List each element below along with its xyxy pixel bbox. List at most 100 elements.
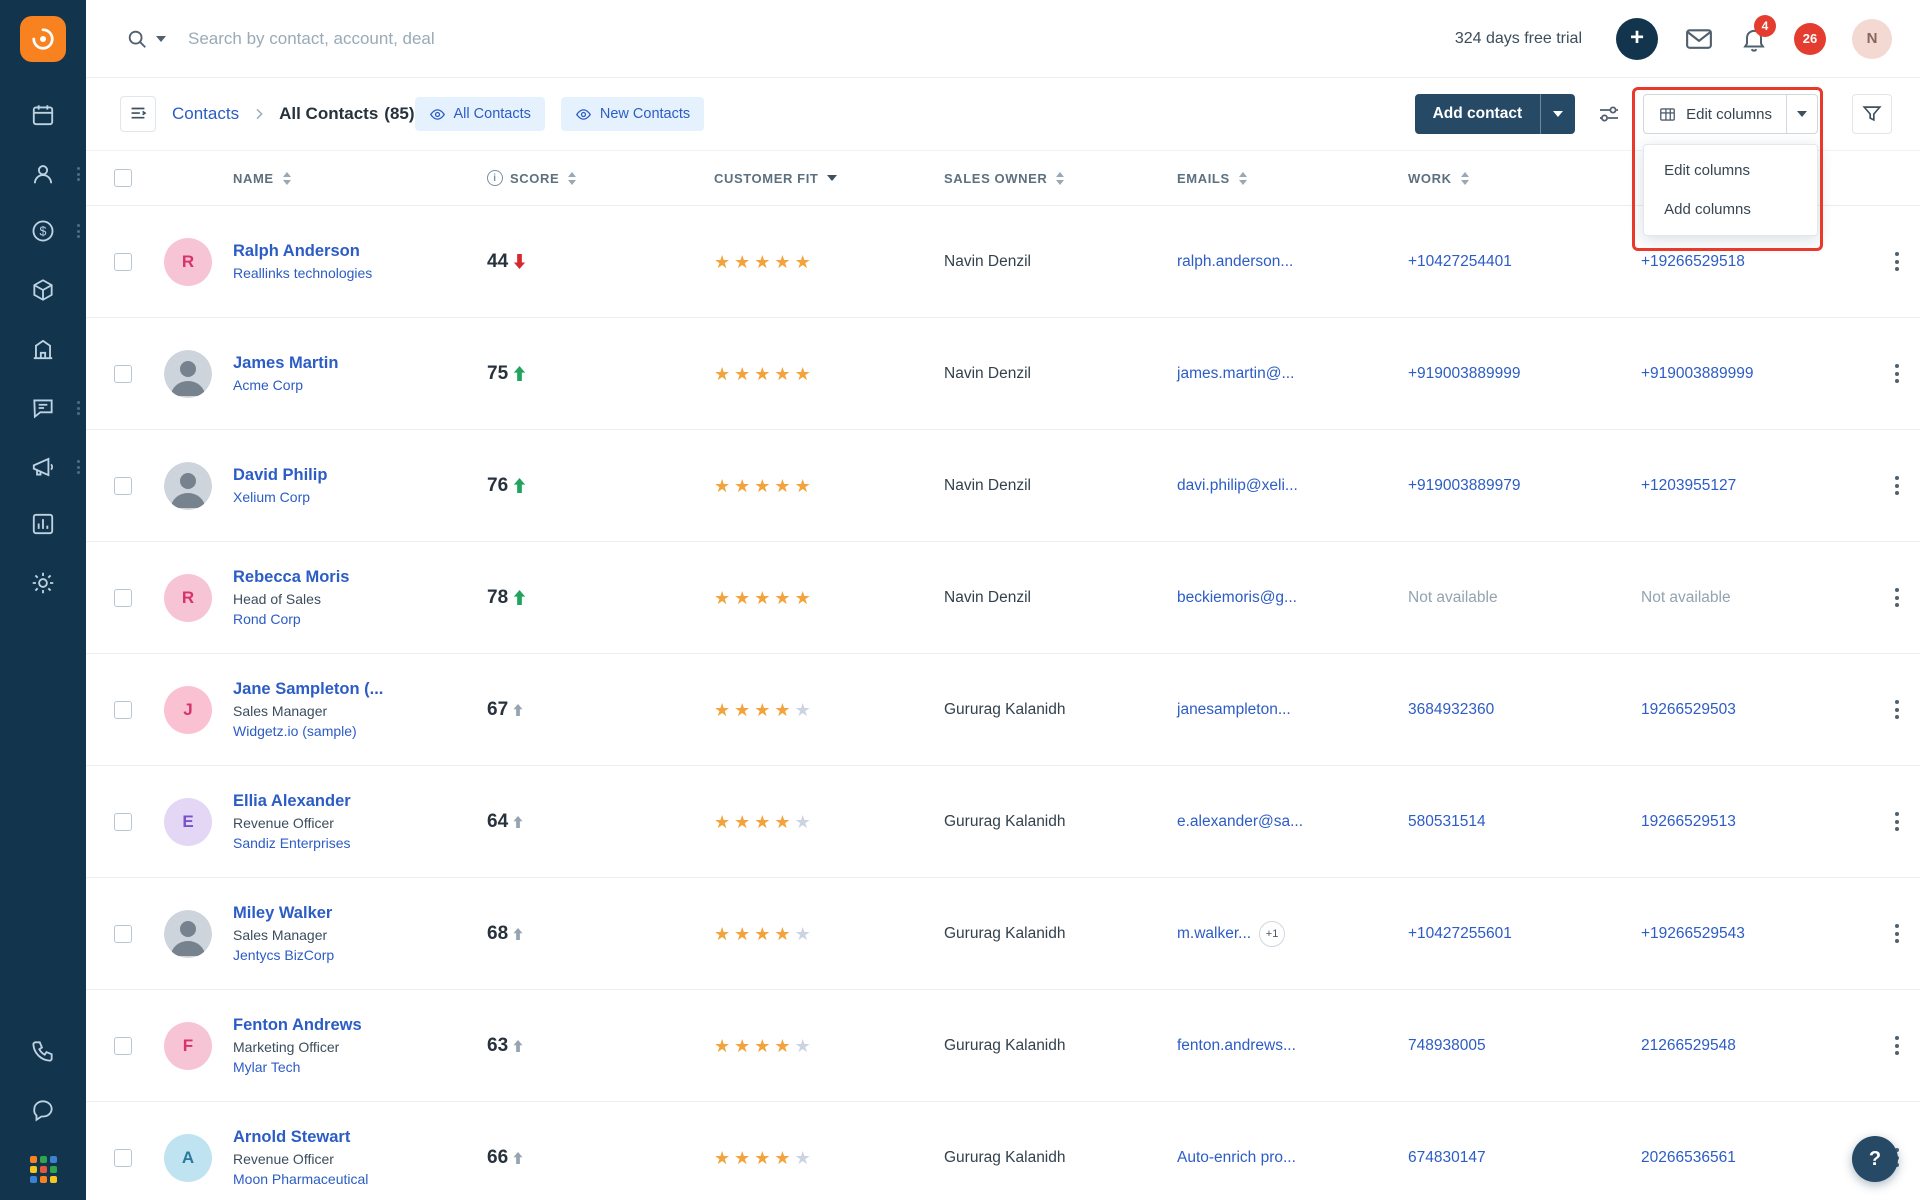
sidebar-item-deals[interactable]: $ bbox=[0, 208, 86, 254]
edit-columns-main-segment[interactable]: Edit columns bbox=[1644, 95, 1786, 133]
search-icon[interactable] bbox=[126, 28, 148, 50]
contact-avatar[interactable]: R bbox=[164, 573, 212, 622]
column-header-work[interactable]: WORK bbox=[1394, 171, 1627, 186]
menu-item-add-columns[interactable]: Add columns bbox=[1644, 190, 1817, 229]
sort-icon[interactable] bbox=[1460, 171, 1469, 185]
row-checkbox[interactable] bbox=[114, 252, 132, 271]
add-contact-button[interactable]: Add contact bbox=[1414, 94, 1576, 134]
column-header-emails[interactable]: EMAILS bbox=[1163, 171, 1394, 186]
view-switcher-button[interactable] bbox=[120, 96, 156, 132]
sidebar-item-products[interactable] bbox=[0, 267, 86, 313]
contact-email-link[interactable]: m.walker... bbox=[1177, 925, 1251, 943]
column-header-score[interactable]: i SCORE bbox=[475, 170, 700, 186]
contact-avatar[interactable]: R bbox=[164, 237, 212, 286]
sidebar-item-contacts[interactable] bbox=[0, 151, 86, 197]
row-actions-menu[interactable] bbox=[1889, 582, 1905, 613]
row-actions-menu[interactable] bbox=[1889, 470, 1905, 501]
contact-avatar[interactable] bbox=[164, 349, 212, 398]
column-header-sales-owner[interactable]: SALES OWNER bbox=[930, 171, 1163, 186]
mobile-phone-link[interactable]: +19266529518 bbox=[1641, 253, 1745, 270]
help-button[interactable]: ? bbox=[1852, 1136, 1898, 1182]
filter-button[interactable] bbox=[1852, 94, 1892, 134]
mobile-phone-link[interactable]: 19266529513 bbox=[1641, 813, 1736, 830]
mobile-phone-link[interactable]: +919003889999 bbox=[1641, 365, 1754, 382]
mobile-phone-link[interactable]: Not available bbox=[1641, 589, 1731, 606]
row-actions-menu[interactable] bbox=[1889, 358, 1905, 389]
row-actions-menu[interactable] bbox=[1889, 806, 1905, 837]
contact-email-link[interactable]: janesampleton... bbox=[1177, 701, 1291, 719]
contact-company-link[interactable]: Rond Corp bbox=[233, 611, 475, 627]
contact-name-link[interactable]: James Martin bbox=[233, 354, 475, 373]
contact-company-link[interactable]: Jentycs BizCorp bbox=[233, 947, 475, 963]
breadcrumb-contacts-link[interactable]: Contacts bbox=[172, 104, 239, 124]
contact-company-link[interactable]: Widgetz.io (sample) bbox=[233, 723, 475, 739]
row-actions-menu[interactable] bbox=[1889, 918, 1905, 949]
contact-company-link[interactable]: Acme Corp bbox=[233, 377, 475, 393]
search-scope-caret-icon[interactable] bbox=[156, 35, 166, 42]
contact-avatar[interactable]: J bbox=[164, 685, 212, 734]
work-phone-link[interactable]: 748938005 bbox=[1408, 1037, 1486, 1054]
work-phone-link[interactable]: 580531514 bbox=[1408, 813, 1486, 830]
contact-name-link[interactable]: Ralph Anderson bbox=[233, 242, 475, 261]
overflow-dots-icon[interactable] bbox=[77, 460, 80, 474]
sidebar-item-settings[interactable] bbox=[0, 560, 86, 606]
search-input[interactable] bbox=[188, 28, 608, 49]
contact-email-link[interactable]: e.alexander@sa... bbox=[1177, 813, 1303, 831]
work-phone-link[interactable]: 674830147 bbox=[1408, 1149, 1486, 1166]
contact-avatar[interactable]: F bbox=[164, 1021, 212, 1070]
column-header-name[interactable]: NAME bbox=[220, 171, 475, 186]
row-checkbox[interactable] bbox=[114, 588, 132, 607]
work-phone-link[interactable]: +10427255601 bbox=[1408, 925, 1512, 942]
sort-icon[interactable] bbox=[1238, 171, 1247, 185]
edit-columns-button[interactable]: Edit columns bbox=[1643, 94, 1818, 134]
row-actions-menu[interactable] bbox=[1889, 1030, 1905, 1061]
menu-item-edit-columns[interactable]: Edit columns bbox=[1644, 151, 1817, 190]
row-checkbox[interactable] bbox=[114, 700, 132, 719]
work-phone-link[interactable]: 3684932360 bbox=[1408, 701, 1494, 718]
sidebar-item-analytics[interactable] bbox=[0, 501, 86, 547]
overflow-dots-icon[interactable] bbox=[77, 401, 80, 415]
edit-columns-dropdown-caret[interactable] bbox=[1786, 95, 1817, 133]
overflow-dots-icon[interactable] bbox=[77, 224, 80, 238]
sidebar-item-apps-switcher[interactable] bbox=[0, 1146, 86, 1192]
view-pill-new-contacts[interactable]: New Contacts bbox=[560, 97, 705, 131]
overflow-dots-icon[interactable] bbox=[77, 167, 80, 181]
mobile-phone-link[interactable]: +1203955127 bbox=[1641, 477, 1736, 494]
sort-icon[interactable] bbox=[1056, 171, 1065, 185]
freshworks-logo[interactable] bbox=[20, 16, 66, 62]
quick-add-button[interactable]: + bbox=[1616, 17, 1658, 60]
contact-email-link[interactable]: beckiemoris@g... bbox=[1177, 589, 1297, 607]
row-checkbox[interactable] bbox=[114, 812, 132, 831]
sort-icon[interactable] bbox=[568, 171, 577, 185]
contact-name-link[interactable]: Miley Walker bbox=[233, 904, 475, 923]
contact-name-link[interactable]: Fenton Andrews bbox=[233, 1016, 475, 1035]
contact-email-link[interactable]: Auto-enrich pro... bbox=[1177, 1149, 1296, 1167]
work-phone-link[interactable]: Not available bbox=[1408, 589, 1498, 606]
contact-company-link[interactable]: Sandiz Enterprises bbox=[233, 835, 475, 851]
work-phone-link[interactable]: +919003889999 bbox=[1408, 365, 1521, 382]
contact-company-link[interactable]: Xelium Corp bbox=[233, 489, 475, 505]
breadcrumb-current-view[interactable]: All Contacts bbox=[279, 104, 378, 124]
view-pill-all-contacts[interactable]: All Contacts bbox=[414, 97, 545, 131]
contact-email-link[interactable]: fenton.andrews... bbox=[1177, 1037, 1296, 1055]
contact-avatar[interactable]: E bbox=[164, 797, 212, 846]
sort-icon[interactable] bbox=[282, 171, 291, 185]
contact-company-link[interactable]: Reallinks technologies bbox=[233, 265, 475, 281]
alert-count-badge[interactable]: 26 bbox=[1794, 22, 1826, 55]
contact-email-link[interactable]: davi.philip@xeli... bbox=[1177, 477, 1298, 495]
sidebar-item-campaigns[interactable] bbox=[0, 444, 86, 490]
sidebar-item-accounts[interactable] bbox=[0, 326, 86, 372]
contact-name-link[interactable]: Rebecca Moris bbox=[233, 568, 475, 587]
row-checkbox[interactable] bbox=[114, 1036, 132, 1055]
select-all-checkbox[interactable] bbox=[114, 169, 132, 187]
sidebar-item-activities[interactable] bbox=[0, 92, 86, 138]
row-actions-menu[interactable] bbox=[1889, 246, 1905, 277]
sidebar-item-conversations[interactable] bbox=[0, 385, 86, 431]
contact-company-link[interactable]: Moon Pharmaceutical bbox=[233, 1171, 475, 1187]
contact-email-link[interactable]: ralph.anderson... bbox=[1177, 253, 1293, 271]
contact-name-link[interactable]: David Philip bbox=[233, 466, 475, 485]
contact-name-link[interactable]: Jane Sampleton (... bbox=[233, 680, 475, 699]
contact-avatar[interactable]: A bbox=[164, 1133, 212, 1182]
extra-emails-badge[interactable]: +1 bbox=[1259, 920, 1286, 947]
row-checkbox[interactable] bbox=[114, 1148, 132, 1167]
